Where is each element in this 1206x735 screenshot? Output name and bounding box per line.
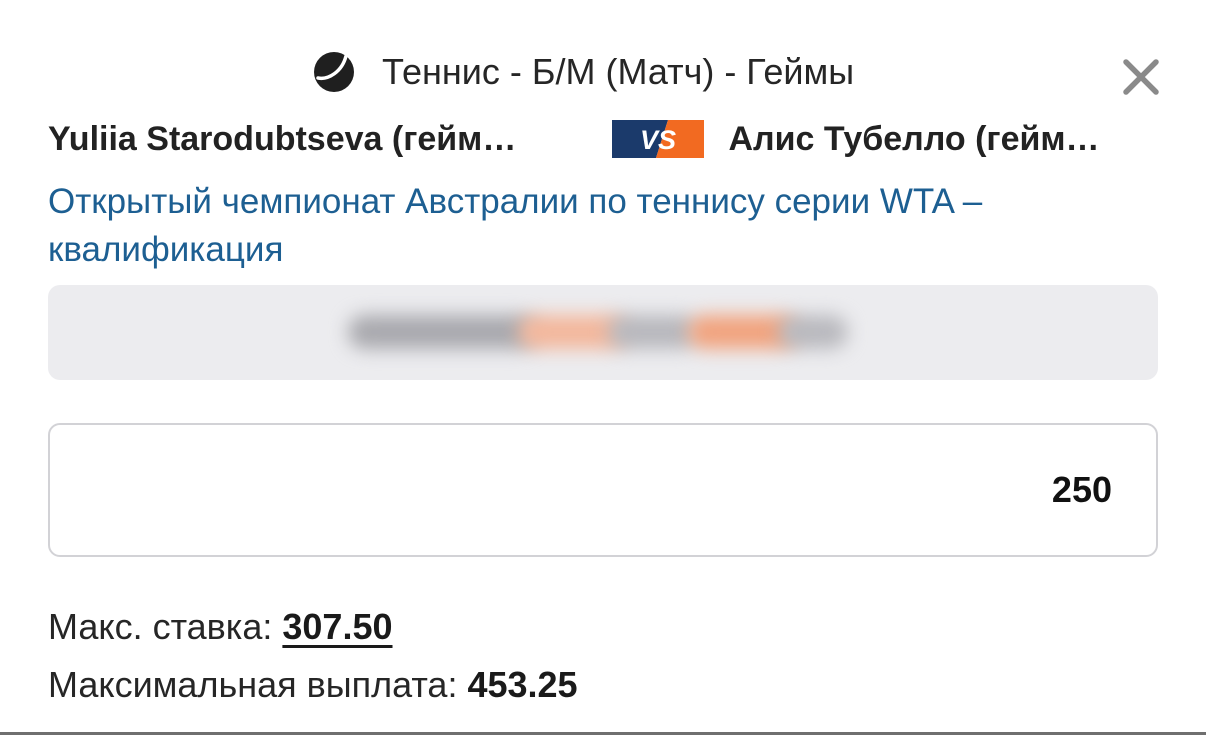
team-home: Yuliia Starodubtseva (гейм… <box>48 119 517 158</box>
team-away: Алис Тубелло (гейм… <box>728 119 1100 158</box>
market-title: Теннис - Б/М (Матч) - Геймы <box>312 50 854 94</box>
max-stake-row: Макс. ставка: 307.50 <box>48 598 578 656</box>
vs-badge: VS <box>612 120 705 158</box>
tournament-link[interactable]: Открытый чемпионат Австралии по теннису … <box>48 178 1168 274</box>
max-payout-row: Максимальная выплата: 453.25 <box>48 656 578 714</box>
max-stake-value[interactable]: 307.50 <box>282 606 392 647</box>
tennis-ball-icon <box>314 52 354 92</box>
max-payout-value: 453.25 <box>467 664 578 705</box>
bet-limits: Макс. ставка: 307.50 Максимальная выплат… <box>48 598 578 714</box>
market-title-text: Теннис - Б/М (Матч) - Геймы <box>382 51 855 92</box>
max-stake-label: Макс. ставка: <box>48 606 273 647</box>
stake-amount-field[interactable] <box>48 423 1158 557</box>
blurred-content <box>778 315 848 349</box>
bet-header: Теннис - Б/М (Матч) - Геймы <box>0 46 1206 106</box>
blurred-content <box>608 315 698 349</box>
max-payout-label: Максимальная выплата: <box>48 664 458 705</box>
blurred-selection-panel <box>48 285 1158 380</box>
bet-slip-sheet: Теннис - Б/М (Матч) - Геймы Yuliia Staro… <box>0 0 1206 735</box>
match-teams: Yuliia Starodubtseva (гейм… VS Алис Тубе… <box>48 115 1158 163</box>
stake-amount-input[interactable] <box>712 469 1112 511</box>
blurred-content <box>348 315 538 349</box>
vs-label: VS <box>640 125 676 155</box>
close-icon[interactable] <box>1120 56 1162 98</box>
